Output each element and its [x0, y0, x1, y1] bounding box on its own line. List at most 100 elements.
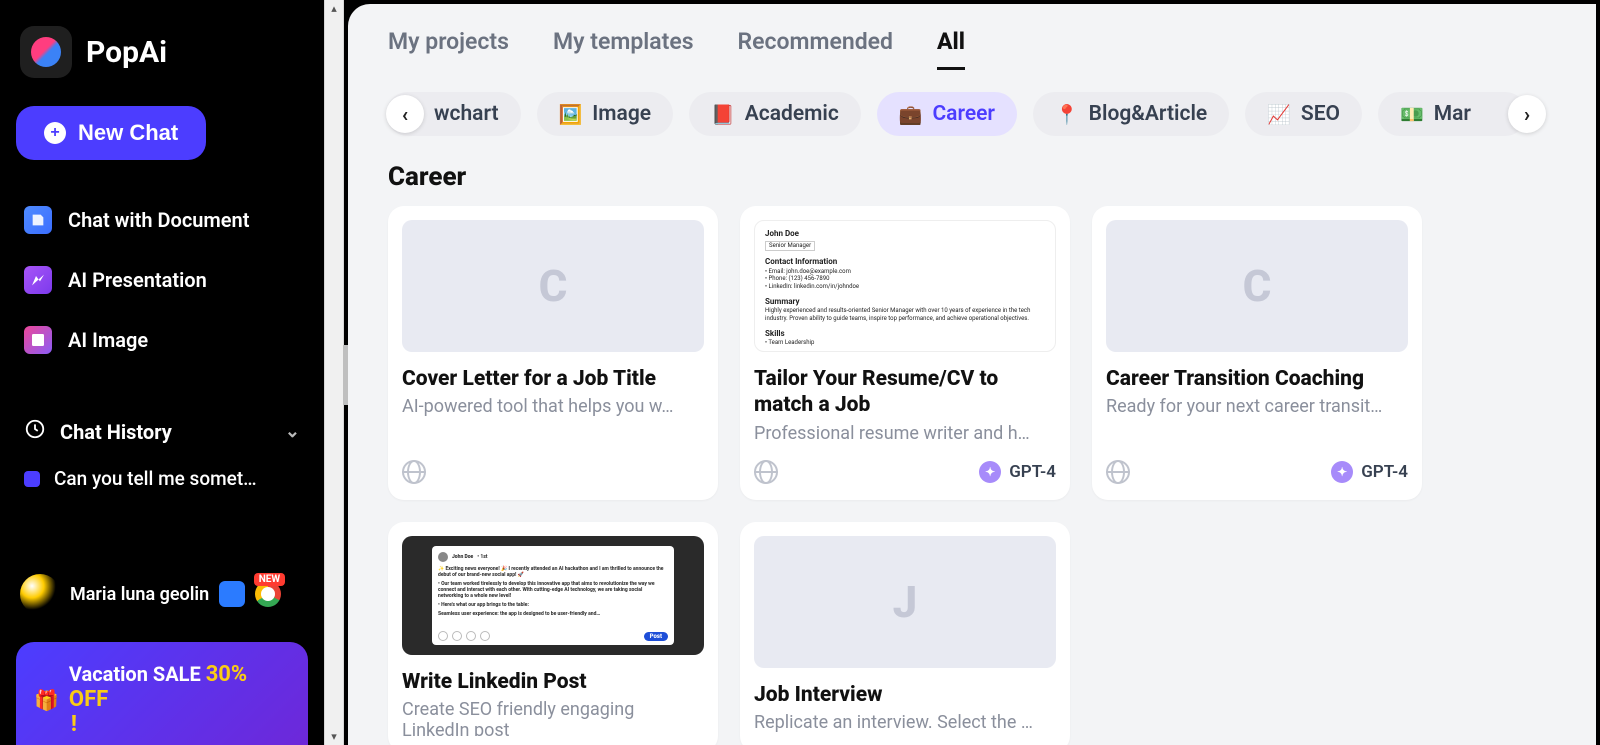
- image-icon: [24, 326, 52, 354]
- history-item[interactable]: Can you tell me somet…: [16, 455, 308, 502]
- resume-name: John Doe: [765, 229, 1045, 239]
- history-clock-icon: [24, 418, 46, 445]
- model-badge: ✦ GPT-4: [1331, 461, 1408, 483]
- sidebar-item-chat-document[interactable]: Chat with Document: [16, 190, 308, 250]
- resume-contact-h: Contact Information: [765, 257, 1045, 267]
- chip-label: Image: [592, 102, 651, 126]
- chip-label: wchart: [434, 102, 499, 126]
- card-desc: Replicate an interview. Select the …: [754, 712, 1056, 733]
- badge-label: GPT-4: [1009, 462, 1056, 482]
- card-cover-letter[interactable]: C Cover Letter for a Job Title AI-powere…: [388, 206, 718, 500]
- money-emoji-icon: 💵: [1400, 103, 1424, 126]
- user-name: Maria luna geolin: [70, 584, 209, 605]
- card-footer: [402, 448, 704, 484]
- card-desc: Professional resume writer and h…: [754, 423, 1056, 444]
- card-job-interview[interactable]: J Job Interview Replicate an interview. …: [740, 522, 1070, 745]
- thumb-letter: J: [893, 576, 918, 628]
- card-title: Job Interview: [754, 682, 1056, 708]
- plus-icon: +: [44, 122, 66, 144]
- promo-prefix: Vacation SALE: [69, 662, 201, 686]
- top-tabs: My projects My templates Recommended All: [348, 14, 1596, 74]
- chevron-right-icon: ›: [1524, 102, 1530, 126]
- chips-scroll-left[interactable]: ‹: [386, 95, 424, 133]
- promo-excl: !: [71, 712, 290, 737]
- history-item-label: Can you tell me somet…: [54, 467, 257, 490]
- appstore-icon[interactable]: [219, 581, 245, 607]
- resume-role: Senior Manager: [765, 241, 815, 251]
- logo-icon: [31, 37, 61, 67]
- scroll-up-icon: ▴: [331, 2, 337, 15]
- history-title: Chat History: [60, 420, 172, 444]
- card-career-transition[interactable]: C Career Transition Coaching Ready for y…: [1092, 206, 1422, 500]
- chip-seo[interactable]: 📈 SEO: [1245, 92, 1362, 136]
- card-tailor-resume[interactable]: John Doe Senior Manager Contact Informat…: [740, 206, 1070, 500]
- globe-icon: [754, 460, 778, 484]
- chip-label: Mar: [1434, 102, 1471, 126]
- new-chat-label: New Chat: [78, 120, 178, 146]
- card-thumb: J: [754, 536, 1056, 668]
- thumb-letter: C: [539, 260, 568, 312]
- presentation-icon: [24, 266, 52, 294]
- sidebar-item-ai-presentation[interactable]: AI Presentation: [16, 250, 308, 310]
- book-emoji-icon: 📕: [711, 103, 735, 126]
- brand-logo: [20, 26, 72, 78]
- globe-icon: [402, 460, 426, 484]
- chip-label: Academic: [745, 102, 839, 126]
- cards-grid: C Cover Letter for a Job Title AI-powere…: [348, 206, 1596, 745]
- nav-label: AI Presentation: [68, 268, 207, 292]
- brand-row: PopAi: [20, 26, 304, 78]
- card-title: Tailor Your Resume/CV to match a Job: [754, 366, 1056, 419]
- card-thumb: C: [1106, 220, 1408, 352]
- chart-emoji-icon: 📈: [1267, 103, 1291, 126]
- chip-image[interactable]: 🖼️ Image: [537, 92, 673, 136]
- chat-history-header[interactable]: Chat History ⌄: [16, 400, 308, 455]
- card-title: Cover Letter for a Job Title: [402, 366, 704, 392]
- user-row[interactable]: Maria luna geolin NEW: [16, 564, 308, 624]
- card-linkedin-post[interactable]: John Doe • 1st ✨ Exciting news everyone!…: [388, 522, 718, 745]
- nav-label: Chat with Document: [68, 208, 249, 232]
- chip-blog[interactable]: 📍 Blog&Article: [1033, 92, 1229, 136]
- badge-label: GPT-4: [1361, 462, 1408, 482]
- chips-scroll-right[interactable]: ›: [1508, 95, 1546, 133]
- card-footer: ✦ GPT-4: [1106, 448, 1408, 484]
- pin-emoji-icon: 📍: [1055, 103, 1079, 126]
- card-thumb: John Doe Senior Manager Contact Informat…: [754, 220, 1056, 352]
- sidebar-scrollbar[interactable]: ▴ ▾ ‹: [324, 0, 344, 745]
- card-title: Career Transition Coaching: [1106, 366, 1408, 392]
- chat-dot-icon: [24, 471, 40, 487]
- tab-my-projects[interactable]: My projects: [388, 28, 509, 70]
- card-thumb: John Doe • 1st ✨ Exciting news everyone!…: [402, 536, 704, 655]
- card-desc: AI-powered tool that helps you w…: [402, 396, 704, 417]
- tab-my-templates[interactable]: My templates: [553, 28, 694, 70]
- document-icon: [24, 206, 52, 234]
- scroll-down-icon: ▾: [331, 730, 337, 743]
- tab-recommended[interactable]: Recommended: [738, 28, 893, 70]
- sidebar-item-ai-image[interactable]: AI Image: [16, 310, 308, 370]
- card-footer: ✦ GPT-4: [754, 448, 1056, 484]
- section-title: Career: [348, 136, 1596, 206]
- chip-marketing[interactable]: 💵 Mar: [1378, 92, 1527, 136]
- chip-label: Blog&Article: [1089, 102, 1208, 126]
- model-badge: ✦ GPT-4: [979, 461, 1056, 483]
- chevron-left-icon: ‹: [402, 102, 408, 126]
- gpt-icon: ✦: [1331, 461, 1353, 483]
- gpt-icon: ✦: [979, 461, 1001, 483]
- main-panel: My projects My templates Recommended All…: [348, 4, 1596, 745]
- promo-banner[interactable]: 🎁 Vacation SALE 30% OFF !: [16, 642, 308, 745]
- card-thumb: C: [402, 220, 704, 352]
- chip-label: Career: [932, 102, 995, 126]
- new-chat-button[interactable]: + New Chat: [16, 106, 206, 160]
- category-chips: ‹ wchart 🖼️ Image 📕 Academic 💼 Career 📍 …: [348, 74, 1596, 136]
- tab-all[interactable]: All: [937, 28, 965, 70]
- card-title: Write Linkedin Post: [402, 669, 704, 695]
- briefcase-emoji-icon: 💼: [899, 103, 923, 126]
- chip-academic[interactable]: 📕 Academic: [689, 92, 861, 136]
- chip-career[interactable]: 💼 Career: [877, 92, 1017, 136]
- gift-icon: 🎁: [34, 688, 59, 712]
- resume-skills-h: Skills: [765, 329, 1045, 339]
- nav-label: AI Image: [68, 328, 148, 352]
- chrome-wrapper[interactable]: NEW: [255, 581, 281, 607]
- image-emoji-icon: 🖼️: [559, 103, 583, 126]
- brand-name: PopAi: [86, 35, 167, 70]
- thumb-letter: C: [1243, 260, 1272, 312]
